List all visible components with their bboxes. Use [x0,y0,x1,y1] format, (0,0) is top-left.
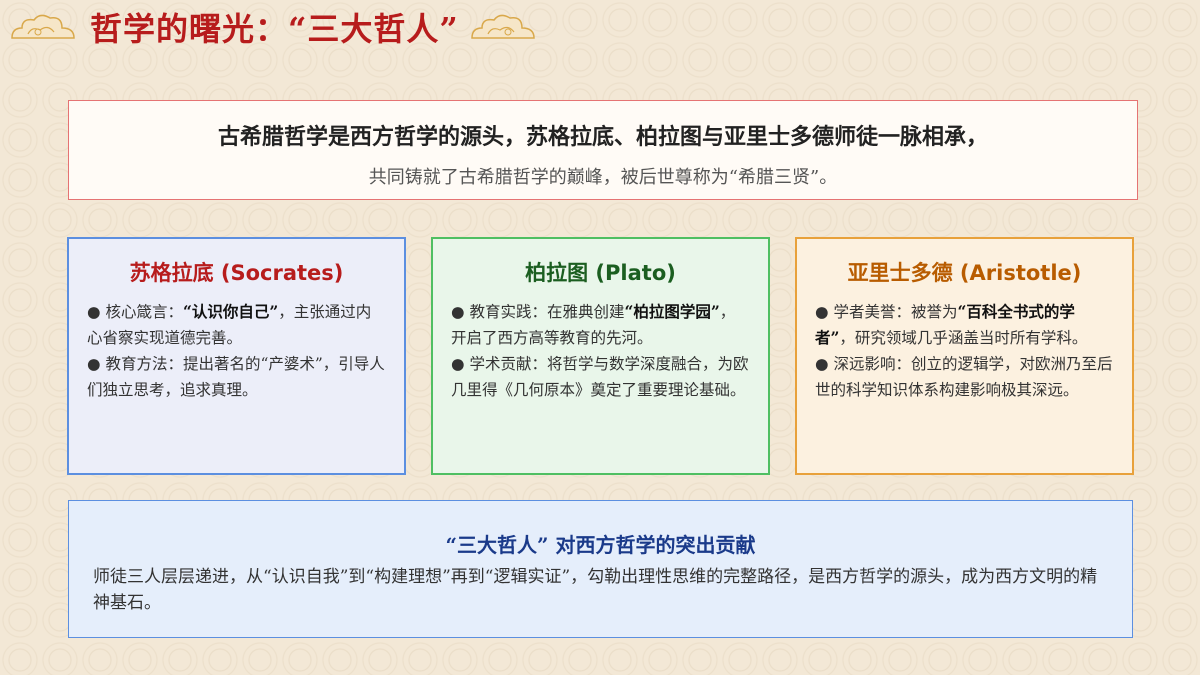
bullet-text: ● 教育方法：提出著名的“产婆术”，引导人们独立思考，追求真理。 [87,355,385,399]
card-socrates: 苏格拉底 (Socrates) ● 核心箴言：“认识你自己”，主张通过内心省察实… [67,237,406,475]
card-title: 柏拉图 (Plato) [525,261,676,285]
bullet-text: ● 教育实践：在雅典创建 [451,303,625,321]
summary-box: “三大哲人” 对西方哲学的突出贡献 师徒三人层层递进，从“认识自我”到“构建理想… [68,500,1133,638]
bullet-bold: “认识你自己” [182,302,279,321]
bullet-item: ● 核心箴言：“认识你自己”，主张通过内心省察实现道德完善。 [87,299,386,351]
bullet-text: ● 学术贡献：将哲学与数学深度融合，为欧几里得《几何原本》奠定了重要理论基础。 [451,355,749,399]
intro-box: 古希腊哲学是西方哲学的源头，苏格拉底、柏拉图与亚里士多德师徒一脉相承， 共同铸就… [68,100,1138,200]
auspicious-cloud-icon [471,14,535,39]
bullet-text: ，研究领域几乎涵盖当时所有学科。 [839,329,1088,347]
card-plato: 柏拉图 (Plato) ● 教育实践：在雅典创建“柏拉图学园”，开启了西方高等教… [431,237,770,475]
bullet-bold: “柏拉图学园” [624,302,720,321]
bullet-item: ● 学术贡献：将哲学与数学深度融合，为欧几里得《几何原本》奠定了重要理论基础。 [451,351,750,403]
title-bar: 哲学的曙光：“三大哲人” [0,0,560,52]
bullet-item: ● 学者美誉：被誉为“百科全书式的学者”，研究领域几乎涵盖当时所有学科。 [815,299,1114,351]
auspicious-cloud-icon [11,14,75,39]
intro-line-2: 共同铸就了古希腊哲学的巅峰，被后世尊称为“希腊三贤”。 [368,167,838,188]
bullet-item: ● 深远影响：创立的逻辑学，对欧洲乃至后世的科学知识体系构建影响极其深远。 [815,351,1114,403]
card-aristotle: 亚里士多德 (Aristotle) ● 学者美誉：被誉为“百科全书式的学者”，研… [795,237,1134,475]
bullet-item: ● 教育实践：在雅典创建“柏拉图学园”，开启了西方高等教育的先河。 [451,299,750,351]
card-title: 苏格拉底 (Socrates) [129,261,344,285]
bullet-text: ● 学者美誉：被誉为 [815,303,958,321]
card-title: 亚里士多德 (Aristotle) [847,261,1082,285]
summary-text: 师徒三人层层递进，从“认识自我”到“构建理想”再到“逻辑实证”，勾勒出理性思维的… [93,567,1098,613]
bullet-item: ● 教育方法：提出著名的“产婆术”，引导人们独立思考，追求真理。 [87,351,386,403]
bullet-text: ● 核心箴言： [87,303,183,321]
bullet-text: ● 深远影响：创立的逻辑学，对欧洲乃至后世的科学知识体系构建影响极其深远。 [815,355,1113,399]
summary-title: “三大哲人” 对西方哲学的突出贡献 [445,533,756,557]
intro-line-1: 古希腊哲学是西方哲学的源头，苏格拉底、柏拉图与亚里士多德师徒一脉相承， [217,124,988,150]
page-title: 哲学的曙光：“三大哲人” [90,10,459,48]
